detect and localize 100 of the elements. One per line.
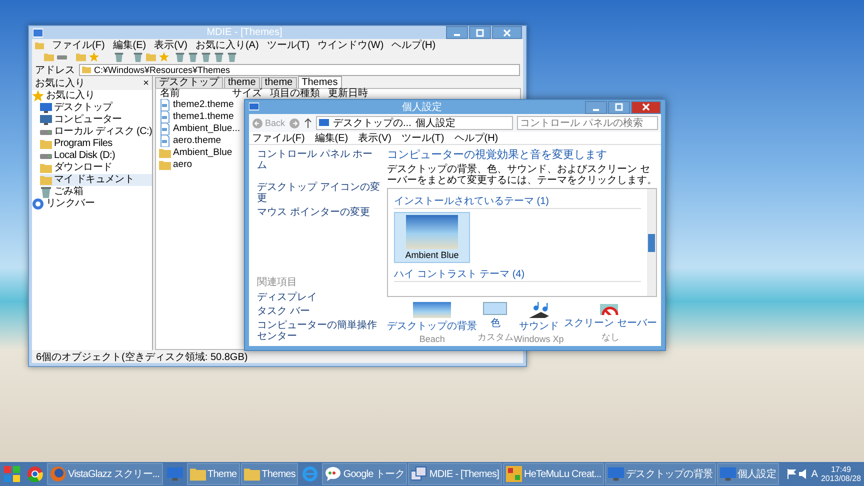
- minimize-button[interactable]: [446, 26, 468, 39]
- file-name[interactable]: theme1.theme: [173, 111, 234, 123]
- menu-item[interactable]: ツール(T): [266, 40, 310, 50]
- taskbar-button[interactable]: MDIE - [Themes]: [408, 463, 502, 485]
- setting-item[interactable]: サウンド Windows Xp: [514, 302, 564, 344]
- column-header[interactable]: 更新日時: [328, 89, 368, 99]
- menu-item[interactable]: ファイル(F): [52, 40, 105, 50]
- clock[interactable]: 17:49 2013/08/28: [820, 465, 861, 483]
- tree-item[interactable]: Local Disk (D:): [40, 150, 152, 162]
- color-swatch: [483, 302, 508, 315]
- taskbar-button[interactable]: [1, 463, 23, 485]
- menu-item[interactable]: ヘルプ(H): [454, 131, 498, 145]
- tree-item[interactable]: コンピューター: [40, 114, 152, 126]
- star-icon: [32, 90, 44, 102]
- flag-icon[interactable]: [787, 469, 796, 479]
- menu-item[interactable]: ファイル(F): [252, 131, 305, 145]
- side-link[interactable]: コントロール パネル ホーム: [257, 149, 381, 171]
- tab[interactable]: theme: [224, 77, 260, 88]
- side-link[interactable]: タスク バー: [257, 306, 381, 317]
- monitor-icon: [40, 102, 52, 114]
- side-link[interactable]: デスクトップ アイコンの変更: [257, 182, 381, 204]
- up-arrow-icon[interactable]: [304, 118, 312, 128]
- forward-icon[interactable]: [289, 118, 300, 128]
- close-button[interactable]: ×: [143, 76, 149, 90]
- document-icon: [159, 135, 171, 147]
- toolbar-button[interactable]: [175, 52, 185, 62]
- toolbar-button[interactable]: [114, 52, 124, 62]
- tree-item[interactable]: お気に入り: [32, 90, 152, 102]
- tab[interactable]: Themes: [298, 76, 342, 88]
- address-field[interactable]: デスクトップの... 個人設定: [316, 116, 513, 130]
- search-field[interactable]: コントロール パネルの検索: [517, 116, 658, 130]
- menu-item[interactable]: 表示(V): [358, 131, 392, 145]
- menu-item[interactable]: 編集(E): [112, 40, 146, 50]
- file-name[interactable]: theme2.theme: [173, 99, 234, 111]
- folder-icon: [40, 138, 52, 150]
- file-name[interactable]: aero: [173, 159, 192, 171]
- theme-name: Ambient Blue: [405, 250, 459, 260]
- setting-item[interactable]: 色 カスタム: [477, 302, 514, 344]
- taskbar-button[interactable]: Theme: [186, 463, 240, 485]
- file-name[interactable]: aero.theme: [173, 135, 222, 147]
- trash-icon: [188, 52, 198, 62]
- menu-item[interactable]: ツール(T): [401, 131, 444, 145]
- file-name[interactable]: Ambient_Blue...: [173, 123, 240, 135]
- toolbar-button[interactable]: [133, 52, 143, 62]
- setting-item[interactable]: デスクトップの背景 Beach: [387, 302, 478, 344]
- menu-item[interactable]: 編集(E): [314, 131, 348, 145]
- menu-item[interactable]: 表示(V): [154, 40, 188, 50]
- breadcrumb-item[interactable]: 個人設定: [415, 116, 456, 130]
- folder-icon: [40, 174, 52, 186]
- menu-item[interactable]: ウインドウ(W): [318, 40, 384, 50]
- toolbar-button[interactable]: [201, 52, 211, 62]
- breadcrumb-item[interactable]: デスクトップの...: [333, 116, 412, 130]
- tree-item[interactable]: Program Files: [40, 138, 152, 150]
- tree-item[interactable]: マイ ドキュメント: [40, 174, 152, 186]
- star-icon: [89, 52, 99, 62]
- maximize-button[interactable]: [608, 100, 630, 114]
- taskbar-button[interactable]: Google トーク: [322, 463, 408, 485]
- speaker-icon[interactable]: [799, 469, 808, 479]
- description-text: デスクトップの背景、色、サウンド、およびスクリーン セーバーをまとめて変更するには、テーマをクリックします。: [387, 164, 657, 186]
- folder-icon: [159, 159, 171, 171]
- column-header[interactable]: サイズ: [232, 89, 262, 99]
- document-icon: [159, 111, 171, 123]
- taskbar-button[interactable]: Themes: [240, 463, 298, 485]
- close-icon: [503, 28, 511, 36]
- taskbar-button[interactable]: 個人設定: [716, 463, 779, 485]
- file-name[interactable]: Ambient_Blue: [173, 147, 232, 159]
- tree-item[interactable]: デスクトップ: [40, 102, 152, 114]
- minimize-button[interactable]: [585, 100, 607, 114]
- taskbar-button[interactable]: デスクトップの背景: [605, 463, 716, 485]
- menu-item[interactable]: ヘルプ(H): [392, 40, 436, 50]
- star-icon: [159, 52, 169, 62]
- theme-tile[interactable]: Ambient Blue: [394, 212, 470, 263]
- folder-icon: [159, 147, 171, 159]
- side-link[interactable]: マウス ポインターの変更: [257, 207, 381, 218]
- tree-item[interactable]: リンクバー: [32, 198, 152, 210]
- side-link[interactable]: コンピューターの簡単操作センター: [257, 320, 381, 342]
- taskbar-button[interactable]: HeTeMuLu Creat...: [503, 463, 604, 485]
- tree-item[interactable]: ダウンロード: [40, 162, 152, 174]
- taskbar-button[interactable]: VistaGlazz スクリー...: [47, 463, 163, 485]
- close-button[interactable]: [631, 100, 661, 114]
- toolbar-button[interactable]: [188, 52, 198, 62]
- scrollbar[interactable]: [647, 189, 656, 296]
- tab[interactable]: デスクトップ: [155, 77, 223, 88]
- monitor-icon: [249, 102, 259, 112]
- group-header: ハイ コントラスト テーマ (4): [394, 267, 641, 282]
- toolbar-button[interactable]: [227, 52, 237, 62]
- tab[interactable]: theme: [260, 77, 297, 88]
- side-link[interactable]: ディスプレイ: [257, 292, 381, 303]
- column-header[interactable]: 項目の種類: [270, 89, 320, 99]
- toolbar-button[interactable]: [214, 52, 224, 62]
- tree-item[interactable]: ローカル ディスク (C:): [40, 126, 152, 138]
- monitor-icon: [166, 466, 183, 482]
- address-field[interactable]: C:¥Windows¥Resources¥Themes: [79, 64, 520, 76]
- tree-item[interactable]: ごみ箱: [40, 186, 152, 198]
- setting-item[interactable]: スクリーン セーバー なし: [564, 302, 657, 344]
- menu-item[interactable]: お気に入り(A): [195, 40, 259, 50]
- maximize-button[interactable]: [469, 26, 491, 39]
- column-header[interactable]: 名前: [160, 89, 224, 99]
- ime-indicator[interactable]: A: [811, 468, 818, 480]
- close-button[interactable]: [492, 26, 522, 39]
